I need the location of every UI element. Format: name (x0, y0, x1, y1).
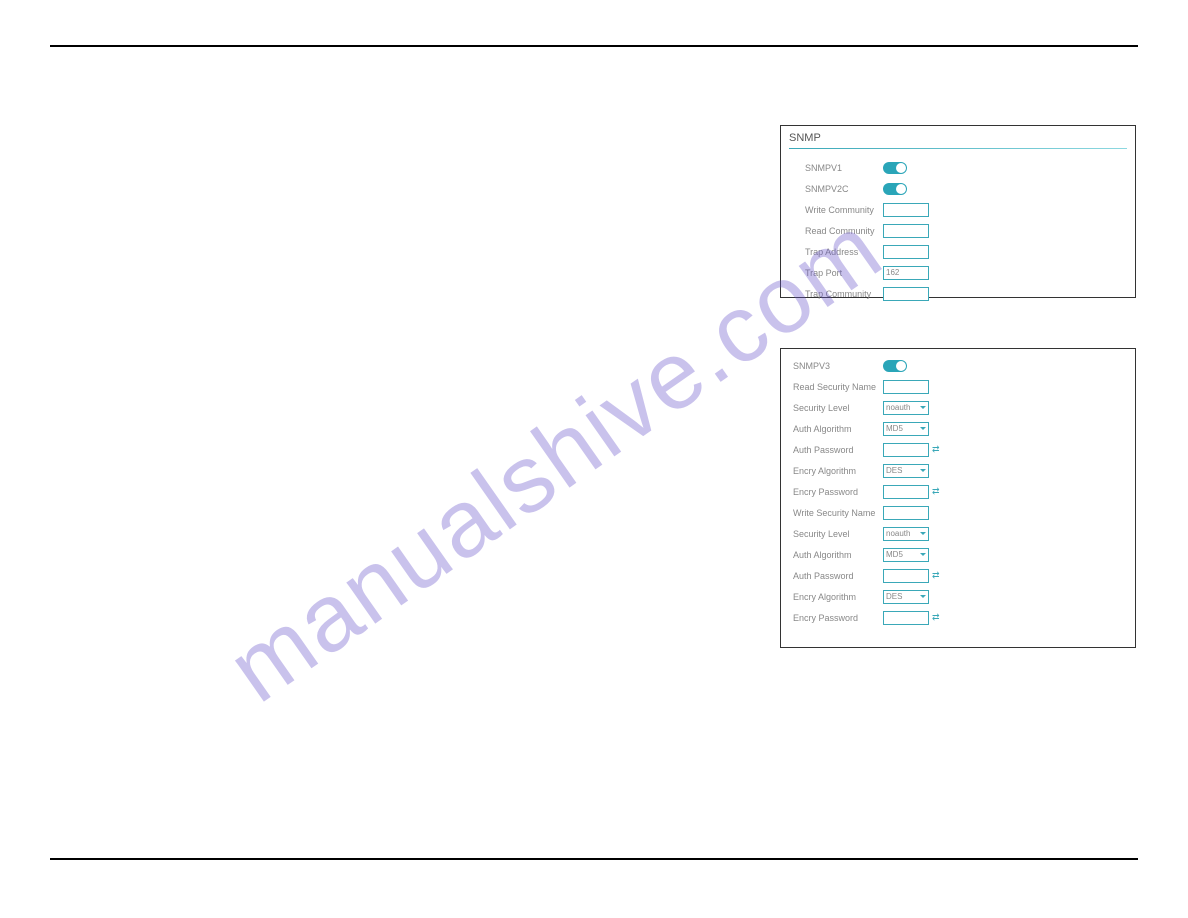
security-level-value-2: noauth (886, 529, 910, 538)
trap-port-row: Trap Port 162 (781, 262, 1135, 283)
read-security-name-label: Read Security Name (793, 382, 883, 392)
encry-algorithm-label: Encry Algorithm (793, 466, 883, 476)
trap-community-input[interactable] (883, 287, 929, 301)
chevron-down-icon (920, 532, 926, 535)
auth-algorithm-row-2: Auth Algorithm MD5 (781, 544, 1135, 565)
encry-algorithm-value-2: DES (886, 592, 902, 601)
encry-algorithm-label-2: Encry Algorithm (793, 592, 883, 602)
auth-algorithm-select[interactable]: MD5 (883, 422, 929, 436)
snmpv1-row: SNMPV1 (781, 157, 1135, 178)
write-community-input[interactable] (883, 203, 929, 217)
snmpv3-toggle[interactable] (883, 360, 907, 372)
security-level-row-2: Security Level noauth (781, 523, 1135, 544)
encry-password-row-2: Encry Password ⇄ (781, 607, 1135, 628)
trap-port-label: Trap Port (805, 268, 883, 278)
eye-icon[interactable]: ⇄ (932, 486, 940, 497)
read-community-input[interactable] (883, 224, 929, 238)
encry-password-label-2: Encry Password (793, 613, 883, 623)
chevron-down-icon (920, 406, 926, 409)
panel-underline (789, 148, 1127, 149)
snmpv3-label: SNMPV3 (793, 361, 883, 371)
trap-address-row: Trap Address (781, 241, 1135, 262)
top-divider (50, 45, 1138, 47)
chevron-down-icon (920, 595, 926, 598)
chevron-down-icon (920, 427, 926, 430)
snmpv2c-toggle[interactable] (883, 183, 907, 195)
auth-algorithm-value: MD5 (886, 424, 903, 433)
trap-address-input[interactable] (883, 245, 929, 259)
security-level-label: Security Level (793, 403, 883, 413)
write-community-label: Write Community (805, 205, 883, 215)
auth-algorithm-value-2: MD5 (886, 550, 903, 559)
encry-algorithm-row: Encry Algorithm DES (781, 460, 1135, 481)
read-community-row: Read Community (781, 220, 1135, 241)
trap-community-label: Trap Community (805, 289, 883, 299)
trap-address-label: Trap Address (805, 247, 883, 257)
security-level-row: Security Level noauth (781, 397, 1135, 418)
chevron-down-icon (920, 553, 926, 556)
eye-icon[interactable]: ⇄ (932, 612, 940, 623)
encry-password-input-2[interactable] (883, 611, 929, 625)
snmp-panel-title: SNMP (781, 126, 1135, 148)
security-level-select[interactable]: noauth (883, 401, 929, 415)
auth-password-row: Auth Password ⇄ (781, 439, 1135, 460)
encry-algorithm-value: DES (886, 466, 902, 475)
security-level-label-2: Security Level (793, 529, 883, 539)
eye-icon[interactable]: ⇄ (932, 570, 940, 581)
encry-algorithm-row-2: Encry Algorithm DES (781, 586, 1135, 607)
snmpv1-label: SNMPV1 (805, 163, 883, 173)
snmpv3-panel: SNMPV3 Read Security Name Security Level… (780, 348, 1136, 648)
trap-port-input[interactable]: 162 (883, 266, 929, 280)
trap-community-row: Trap Community (781, 283, 1135, 304)
security-level-value: noauth (886, 403, 910, 412)
auth-password-label: Auth Password (793, 445, 883, 455)
auth-password-input-2[interactable] (883, 569, 929, 583)
read-security-name-row: Read Security Name (781, 376, 1135, 397)
read-security-name-input[interactable] (883, 380, 929, 394)
encry-password-label: Encry Password (793, 487, 883, 497)
snmpv2c-row: SNMPV2C (781, 178, 1135, 199)
bottom-divider (50, 858, 1138, 860)
auth-algorithm-row: Auth Algorithm MD5 (781, 418, 1135, 439)
eye-icon[interactable]: ⇄ (932, 444, 940, 455)
auth-algorithm-label: Auth Algorithm (793, 424, 883, 434)
security-level-select-2[interactable]: noauth (883, 527, 929, 541)
auth-algorithm-label-2: Auth Algorithm (793, 550, 883, 560)
encry-password-input[interactable] (883, 485, 929, 499)
encry-algorithm-select-2[interactable]: DES (883, 590, 929, 604)
write-security-name-row: Write Security Name (781, 502, 1135, 523)
chevron-down-icon (920, 469, 926, 472)
snmpv3-row: SNMPV3 (781, 355, 1135, 376)
snmp-panel: SNMP SNMPV1 SNMPV2C Write Community Read… (780, 125, 1136, 298)
read-community-label: Read Community (805, 226, 883, 236)
auth-password-input[interactable] (883, 443, 929, 457)
write-security-name-label: Write Security Name (793, 508, 883, 518)
snmpv2c-label: SNMPV2C (805, 184, 883, 194)
write-community-row: Write Community (781, 199, 1135, 220)
auth-algorithm-select-2[interactable]: MD5 (883, 548, 929, 562)
auth-password-row-2: Auth Password ⇄ (781, 565, 1135, 586)
auth-password-label-2: Auth Password (793, 571, 883, 581)
encry-algorithm-select[interactable]: DES (883, 464, 929, 478)
encry-password-row: Encry Password ⇄ (781, 481, 1135, 502)
snmpv1-toggle[interactable] (883, 162, 907, 174)
write-security-name-input[interactable] (883, 506, 929, 520)
